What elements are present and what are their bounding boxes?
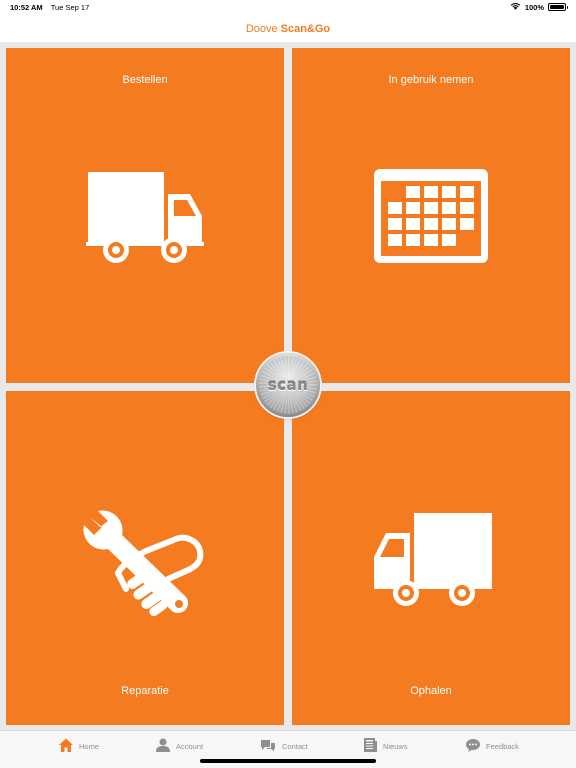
tab-label-feedback: Feedback — [486, 741, 519, 751]
status-time: 10:52 AM — [10, 3, 43, 12]
battery-fill — [550, 5, 564, 9]
scan-label: scan — [267, 376, 309, 394]
tile-label-ophalen: Ophalen — [410, 685, 452, 697]
truck-icon — [372, 511, 494, 612]
tile-reparatie[interactable]: Reparatie — [6, 391, 284, 725]
battery-icon — [548, 3, 568, 11]
status-bar: 10:52 AM Tue Sep 17 100% — [0, 0, 576, 16]
tab-contact[interactable]: Contact — [260, 738, 308, 754]
home-icon — [59, 738, 73, 754]
tab-label-account: Account — [176, 741, 204, 751]
tab-account[interactable]: Account — [156, 738, 203, 754]
app-title-strong: Scan&Go — [280, 23, 331, 35]
status-left: 10:52 AM Tue Sep 17 — [10, 3, 89, 12]
person-icon — [156, 738, 170, 754]
tile-label-reparatie: Reparatie — [121, 685, 169, 697]
battery-percent: 100% — [524, 2, 544, 12]
tile-bestellen[interactable]: Bestellen — [6, 48, 284, 383]
wifi-icon — [510, 2, 521, 12]
status-right: 100% — [510, 2, 568, 12]
calendar-icon — [373, 168, 489, 269]
tile-label-in-gebruik-nemen: In gebruik nemen — [388, 74, 474, 86]
truck-icon — [86, 168, 208, 269]
tile-in-gebruik-nemen[interactable]: In gebruik nemen — [292, 48, 570, 383]
tab-label-nieuws: Nieuws — [383, 741, 408, 751]
tab-nieuws[interactable]: Nieuws — [364, 738, 408, 754]
tab-label-contact: Contact — [282, 741, 308, 751]
tile-label-bestellen: Bestellen — [122, 74, 168, 86]
scan-button[interactable]: scan — [256, 353, 320, 417]
tab-feedback[interactable]: Feedback — [466, 738, 519, 754]
tab-label-home: Home — [79, 741, 100, 751]
home-indicator — [200, 759, 376, 763]
navigation-bar: Doove Scan&Go — [0, 16, 576, 43]
tile-ophalen[interactable]: Ophalen — [292, 391, 570, 725]
speech-bubble-icon — [466, 738, 480, 754]
newspaper-icon — [364, 738, 377, 754]
chat-bubbles-icon — [260, 739, 276, 754]
tab-home[interactable]: Home — [59, 738, 99, 754]
app-title-light: Doove — [245, 23, 278, 35]
status-date: Tue Sep 17 — [50, 3, 90, 12]
wrench-hand-icon — [82, 509, 208, 624]
